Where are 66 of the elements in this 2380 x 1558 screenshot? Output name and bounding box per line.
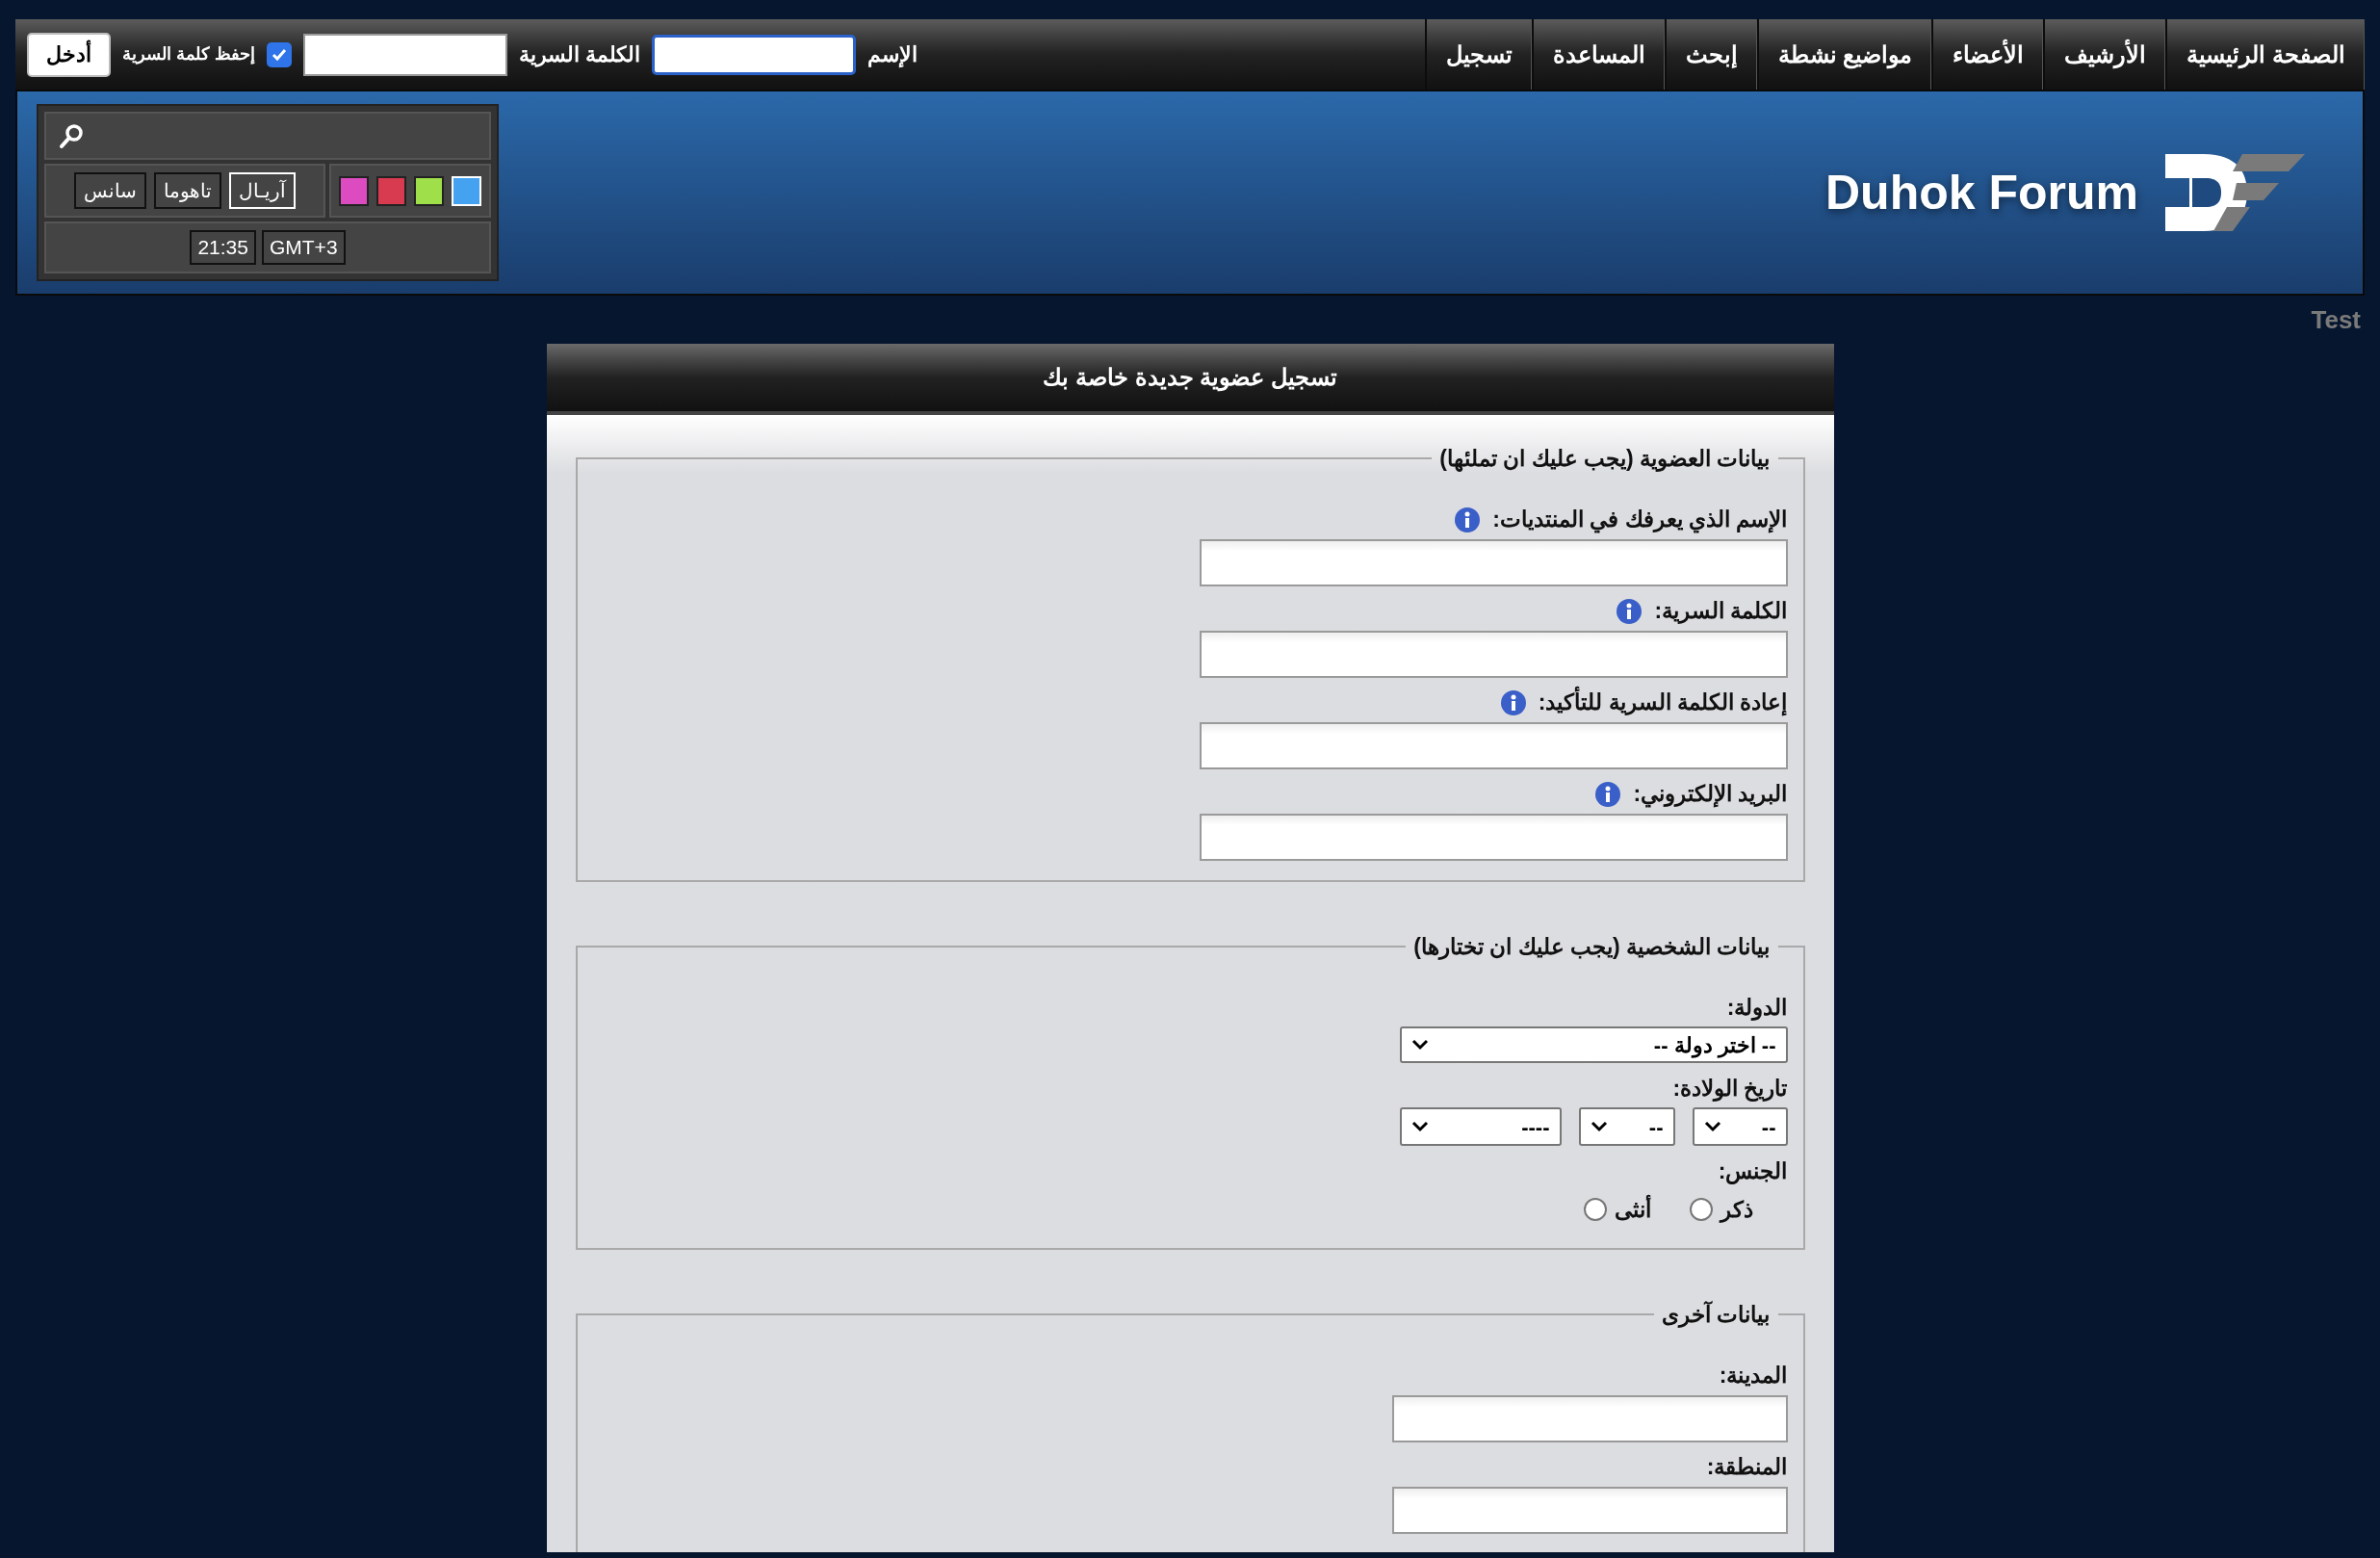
- font-option[interactable]: تاهوما: [154, 172, 221, 209]
- nav-link[interactable]: مواضيع نشطة: [1756, 19, 1932, 90]
- color-swatch[interactable]: [339, 175, 369, 206]
- form-title: تسجيل عضوية جديدة خاصة بك: [546, 344, 1834, 415]
- text-field[interactable]: [1199, 630, 1788, 678]
- text-field[interactable]: [1199, 721, 1788, 769]
- nav-link[interactable]: المساعدة: [1531, 19, 1665, 90]
- country-select[interactable]: -- اختر دولة --: [1399, 1026, 1788, 1063]
- field-label: الدولة:: [1726, 993, 1788, 1023]
- field-label: الكلمة السرية:: [1654, 597, 1788, 626]
- info-icon[interactable]: [1499, 688, 1527, 716]
- radio-button[interactable]: [1689, 1198, 1713, 1221]
- nav-link[interactable]: الأعضاء: [1931, 19, 2044, 90]
- font-option[interactable]: آريـال: [229, 172, 296, 209]
- nav-link[interactable]: الصفحة الرئيسية: [2165, 19, 2365, 90]
- field-label: إعادة الكلمة السرية للتأكيد:: [1538, 686, 1788, 719]
- timezone-label: GMT+3: [261, 230, 346, 265]
- date-select[interactable]: --: [1692, 1107, 1788, 1146]
- search-field[interactable]: [44, 112, 491, 160]
- time-label: 21:35: [190, 230, 256, 265]
- date-select[interactable]: --: [1578, 1107, 1675, 1146]
- chevron-icon: [1410, 1039, 1429, 1051]
- section-legend: بيانات الشخصية (يجب عليك ان تختارها): [1406, 929, 1778, 963]
- field-label: تاريخ الولادة:: [1672, 1074, 1788, 1104]
- field-label: الجنس:: [1718, 1156, 1788, 1186]
- text-field[interactable]: [1199, 538, 1788, 586]
- select-value: --: [1761, 1113, 1776, 1141]
- field-label: المنطقة:: [1706, 1453, 1788, 1482]
- select-value: -- اختر دولة --: [1653, 1031, 1776, 1060]
- nav-link[interactable]: إبحث: [1664, 19, 1757, 90]
- date-select[interactable]: ----: [1399, 1107, 1562, 1146]
- field-label: المدينة:: [1719, 1362, 1788, 1390]
- radio-button[interactable]: [1583, 1198, 1607, 1221]
- nav-link[interactable]: تسجيل: [1424, 19, 1532, 90]
- field-label: الإسم الذي يعرفك في المنتديات:: [1492, 506, 1788, 535]
- info-icon[interactable]: [1616, 597, 1643, 625]
- search-icon: [58, 122, 85, 149]
- radio-label: ذكر: [1720, 1195, 1753, 1225]
- username-field[interactable]: [652, 34, 857, 75]
- color-swatch[interactable]: [376, 175, 406, 206]
- chevron-icon: [1590, 1121, 1608, 1132]
- color-swatch[interactable]: [414, 175, 444, 206]
- section-legend: بيانات العضوية (يجب عليك ان تملئها): [1432, 442, 1778, 476]
- text-field[interactable]: [1199, 813, 1788, 861]
- text-field[interactable]: [1391, 1486, 1788, 1534]
- select-value: ----: [1521, 1113, 1550, 1141]
- side-text: Test: [2311, 303, 2361, 336]
- checkbox-label: إحفظ كلمة السرية: [122, 43, 255, 66]
- field-label: الإسم: [867, 41, 918, 69]
- nav-link[interactable]: الأرشيف: [2043, 19, 2166, 90]
- login-button[interactable]: أدخل: [27, 32, 111, 77]
- chevron-icon: [1703, 1121, 1721, 1132]
- info-icon[interactable]: [1454, 506, 1482, 533]
- text-field[interactable]: [1391, 1394, 1788, 1442]
- password-field[interactable]: [303, 33, 507, 76]
- field-label: الكلمة السرية: [519, 41, 641, 69]
- site-name: Duhok Forum: [1825, 164, 2138, 221]
- radio-label: أنثى: [1614, 1193, 1651, 1224]
- field-label: البريد الإلكتروني:: [1633, 780, 1788, 810]
- font-option[interactable]: سانس: [74, 172, 146, 209]
- section-legend: بيانات آخرى: [1654, 1298, 1778, 1332]
- info-icon[interactable]: [1594, 780, 1622, 808]
- select-value: --: [1648, 1113, 1664, 1141]
- remember-checkbox[interactable]: [267, 41, 292, 67]
- logo-icon: [2165, 154, 2305, 231]
- chevron-icon: [1410, 1121, 1429, 1132]
